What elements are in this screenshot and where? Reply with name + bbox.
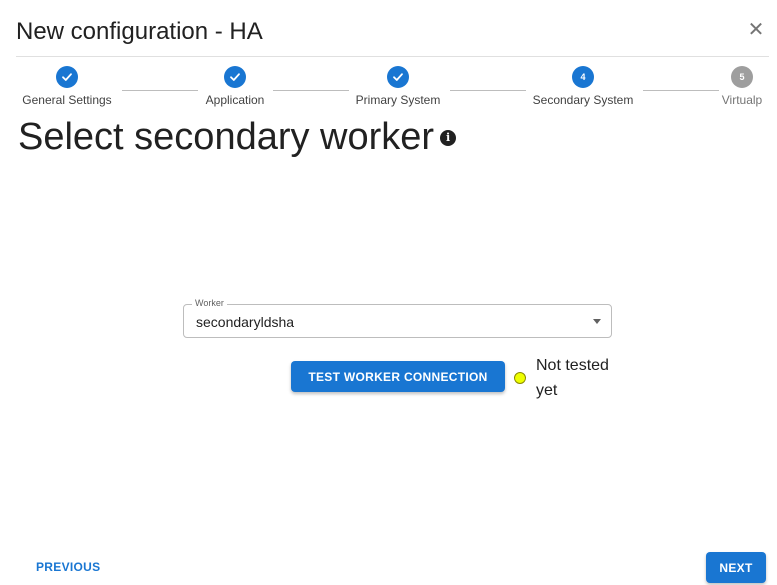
heading-text: Select secondary worker — [18, 116, 435, 158]
dialog-title: New configuration - HA — [16, 18, 263, 45]
stepper: General Settings Application Primary Sys… — [0, 66, 777, 116]
worker-select[interactable]: Worker secondaryldsha — [183, 298, 612, 338]
title-divider — [16, 56, 769, 57]
worker-field-label: Worker — [192, 298, 227, 308]
next-button[interactable]: NEXT — [706, 552, 766, 583]
step-connector — [450, 90, 526, 91]
step-label: Virtualp — [721, 93, 763, 107]
dropdown-arrow-icon — [593, 319, 601, 324]
close-icon[interactable]: ✕ — [745, 18, 767, 41]
step-label: General Settings — [22, 93, 112, 107]
step-number: 4 — [580, 72, 586, 82]
step-primary-system[interactable]: Primary System — [338, 66, 458, 107]
step-number: 5 — [739, 72, 745, 82]
check-icon — [224, 66, 246, 88]
connection-status-text: Not tested yet — [536, 357, 609, 399]
step-application[interactable]: Application — [175, 66, 295, 107]
step-virtualip[interactable]: 5 Virtualp — [707, 66, 777, 107]
test-worker-connection-button[interactable]: TEST WORKER CONNECTION — [291, 361, 505, 392]
step-label: Application — [205, 93, 265, 107]
worker-select-value: secondaryldsha — [196, 314, 295, 330]
step-label: Secondary System — [532, 93, 634, 107]
check-icon — [56, 66, 78, 88]
step-number-badge: 5 — [731, 66, 753, 88]
step-general-settings[interactable]: General Settings — [7, 66, 127, 107]
page-heading: Select secondary worker i — [18, 116, 457, 159]
step-number-badge: 4 — [572, 66, 594, 88]
check-icon — [387, 66, 409, 88]
previous-button[interactable]: PREVIOUS — [28, 552, 108, 582]
step-secondary-system[interactable]: 4 Secondary System — [523, 66, 643, 107]
step-label: Primary System — [355, 93, 441, 107]
info-icon[interactable]: i — [440, 129, 457, 146]
status-indicator-icon — [514, 372, 526, 384]
